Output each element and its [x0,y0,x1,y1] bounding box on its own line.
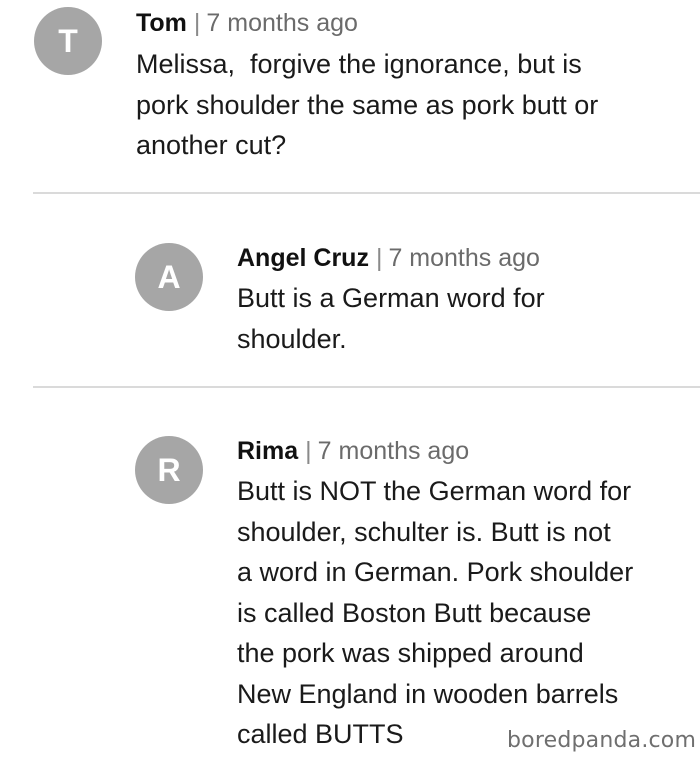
comment-line: shoulder. [237,323,347,354]
avatar[interactable]: A [135,243,203,311]
comment-meta: Angel Cruz | 7 months ago [237,243,540,273]
comment-line: is called Boston Butt because [237,597,592,628]
comment-author[interactable]: Angel Cruz [237,244,369,272]
comment-line: Butt is NOT the German word for [237,476,632,506]
comment-body: Melissa, forgive the ignorance, but is p… [136,44,598,166]
comment-line: another cut? [136,130,287,160]
comment-line: shoulder, schulter is. Butt is not [237,516,611,547]
avatar[interactable]: T [34,7,102,75]
meta-separator: | [375,244,383,272]
meta-separator: | [193,9,201,37]
meta-separator: | [305,437,312,465]
comment-body: Butt is NOT the German word for shoulder… [237,471,633,755]
comment-meta: Rima | 7 months ago [237,436,469,466]
comment-author[interactable]: Tom [136,9,187,37]
comment-line: New England in wooden barrels [237,678,619,709]
comment-meta: Tom | 7 months ago [136,8,358,38]
comment-timestamp[interactable]: 7 months ago [318,437,470,465]
comment-line: the pork was shipped around [237,638,584,668]
comment-line: pork shoulder the same as pork butt or [136,89,599,120]
comment-line: Melissa, forgive the ignorance, but is [136,49,582,79]
comment-author[interactable]: Rima [237,437,298,465]
watermark: boredpanda.com [507,728,697,753]
comment-timestamp[interactable]: 7 months ago [388,244,540,272]
divider [33,192,700,194]
divider [33,386,700,388]
comment-line: Butt is a German word for [237,283,545,313]
comment-body: Butt is a German word for shoulder. [237,278,545,359]
comment-line: a word in German. Pork shoulder [237,557,634,587]
avatar[interactable]: R [135,436,203,504]
comment-timestamp[interactable]: 7 months ago [206,9,358,37]
